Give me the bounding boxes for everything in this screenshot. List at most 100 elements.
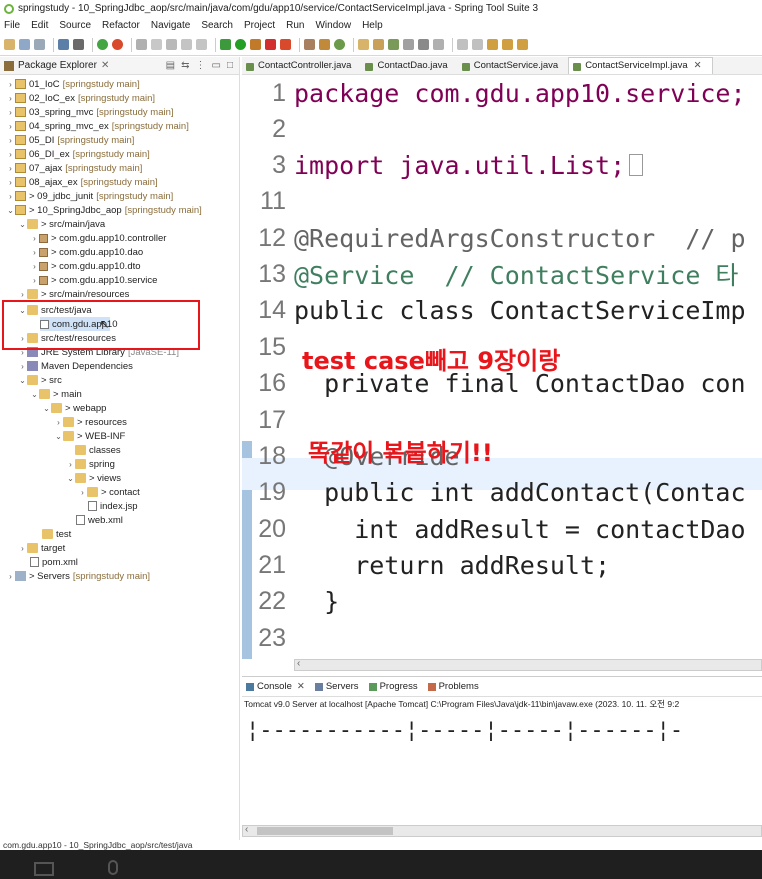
menu-help[interactable]: Help [362, 20, 383, 31]
tab-console[interactable]: Console ✕ [246, 681, 305, 692]
expand-arrow-icon[interactable]: › [6, 178, 15, 187]
microphone-off-icon[interactable] [108, 860, 118, 875]
tool-icon[interactable] [433, 39, 444, 50]
tree-item[interactable]: ⌄ > main [30, 387, 82, 401]
camera-off-icon[interactable] [34, 862, 54, 876]
stop-server-icon[interactable] [265, 39, 276, 50]
tab-progress[interactable]: Progress [368, 681, 418, 692]
expand-arrow-icon[interactable]: › [78, 488, 87, 497]
tree-item[interactable]: pom.xml [30, 555, 78, 569]
expand-arrow-icon[interactable]: › [30, 234, 39, 243]
collapse-all-icon[interactable]: ▤ [166, 60, 175, 71]
collapse-arrow-icon[interactable]: ⌄ [66, 474, 75, 483]
forward-icon[interactable] [517, 39, 528, 50]
expand-arrow-icon[interactable]: › [30, 276, 39, 285]
collapse-arrow-icon[interactable]: ⌄ [54, 432, 63, 441]
open-resource-icon[interactable] [373, 39, 384, 50]
tree-item[interactable]: ⌄ > 10_SpringJdbc_aop [springstudy main] [6, 203, 202, 217]
expand-arrow-icon[interactable]: › [6, 136, 15, 145]
save-all-icon[interactable] [34, 39, 45, 50]
menu-run[interactable]: Run [286, 20, 304, 31]
console-output[interactable]: ¦-----------¦-----¦-----¦------¦- [242, 718, 762, 743]
debug-icon[interactable] [220, 39, 231, 50]
tree-item[interactable]: › > Servers [springstudy main] [6, 569, 150, 583]
tree-item[interactable]: › > com.gdu.app10.dto [30, 259, 140, 273]
tool-icon[interactable] [166, 39, 177, 50]
horizontal-scrollbar[interactable]: ‹ [294, 658, 762, 671]
tree-item[interactable]: › > 09_jdbc_junit [springstudy main] [6, 189, 173, 203]
tool-icon[interactable] [319, 39, 330, 50]
expand-arrow-icon[interactable]: › [6, 164, 15, 173]
server-icon[interactable] [280, 39, 291, 50]
tree-item[interactable]: › > resources [54, 415, 127, 429]
minimize-icon[interactable]: ▭ [212, 60, 221, 71]
view-menu-icon[interactable]: ⋮ [196, 60, 206, 71]
back-icon[interactable] [502, 39, 513, 50]
tab-contact-service[interactable]: ContactService.java [458, 58, 568, 74]
tree-item[interactable]: › > contact [78, 485, 140, 499]
expand-arrow-icon[interactable]: › [18, 290, 27, 299]
tab-contact-service-impl[interactable]: ContactServiceImpl.java ✕ [568, 57, 713, 74]
tree-item[interactable]: classes [66, 443, 121, 457]
tree-item[interactable]: ⌄ > webapp [42, 401, 106, 415]
pin-icon[interactable] [136, 39, 147, 50]
tree-item[interactable]: › 02_IoC_ex [springstudy main] [6, 91, 155, 105]
tree-item[interactable]: ⌄ > WEB-INF [54, 429, 125, 443]
scroll-left-icon[interactable]: ‹ [297, 658, 300, 669]
spring-boot-icon[interactable] [97, 39, 108, 50]
menu-search[interactable]: Search [201, 20, 233, 31]
save-icon[interactable] [19, 39, 30, 50]
expand-arrow-icon[interactable]: › [6, 150, 15, 159]
collapse-arrow-icon[interactable]: ⌄ [18, 220, 27, 229]
tree-item[interactable]: ⌄ > views [66, 471, 121, 485]
tab-servers[interactable]: Servers [314, 681, 359, 692]
menu-source[interactable]: Source [59, 20, 91, 31]
tool-icon[interactable] [418, 39, 429, 50]
expand-arrow-icon[interactable]: › [30, 262, 39, 271]
expand-arrow-icon[interactable]: › [6, 122, 15, 131]
tree-item[interactable]: › Maven Dependencies [18, 359, 133, 373]
tool-icon[interactable] [304, 39, 315, 50]
expand-arrow-icon[interactable]: › [6, 108, 15, 117]
menu-window[interactable]: Window [315, 20, 351, 31]
tool-icon[interactable] [403, 39, 414, 50]
menu-file[interactable]: File [4, 20, 20, 31]
tool-icon[interactable] [388, 39, 399, 50]
expand-arrow-icon[interactable]: › [6, 192, 15, 201]
package-explorer-title[interactable]: Package Explorer [18, 60, 97, 71]
refresh-icon[interactable] [112, 39, 123, 50]
expand-arrow-icon[interactable]: › [66, 460, 75, 469]
tab-contact-controller[interactable]: ContactController.java [242, 58, 361, 74]
tree-item[interactable]: › spring [66, 457, 115, 471]
tool-icon[interactable] [334, 39, 345, 50]
last-edit-icon[interactable] [487, 39, 498, 50]
tree-item[interactable]: › 07_ajax [springstudy main] [6, 161, 142, 175]
expand-arrow-icon[interactable]: › [54, 418, 63, 427]
tool-icon[interactable] [196, 39, 207, 50]
stop-icon[interactable] [73, 39, 84, 50]
collapse-arrow-icon[interactable]: ⌄ [18, 376, 27, 385]
close-icon[interactable]: ✕ [297, 681, 305, 692]
tree-item[interactable]: › 04_spring_mvc_ex [springstudy main] [6, 119, 189, 133]
tree-item[interactable]: › > src/main/resources [18, 287, 129, 301]
close-icon[interactable]: ✕ [101, 60, 109, 71]
new-icon[interactable] [4, 39, 15, 50]
scrollbar-thumb[interactable] [257, 827, 393, 835]
tree-item[interactable]: › 05_DI [springstudy main] [6, 133, 134, 147]
tab-contact-dao[interactable]: ContactDao.java [361, 58, 457, 74]
close-icon[interactable]: ✕ [694, 60, 702, 71]
expand-arrow-icon[interactable]: › [30, 248, 39, 257]
menu-edit[interactable]: Edit [31, 20, 48, 31]
tree-item[interactable]: › > com.gdu.app10.dao [30, 245, 143, 259]
terminal-icon[interactable] [58, 39, 69, 50]
tree-item[interactable]: web.xml [76, 513, 123, 527]
tool-icon[interactable] [151, 39, 162, 50]
tree-item[interactable]: index.jsp [88, 499, 138, 513]
collapse-arrow-icon[interactable]: ⌄ [42, 404, 51, 413]
expand-arrow-icon[interactable]: › [18, 544, 27, 553]
expand-arrow-icon[interactable]: › [6, 94, 15, 103]
tree-item[interactable]: › target [18, 541, 65, 555]
menu-refactor[interactable]: Refactor [102, 20, 140, 31]
run-icon[interactable] [235, 39, 246, 50]
previous-annotation-icon[interactable] [472, 39, 483, 50]
